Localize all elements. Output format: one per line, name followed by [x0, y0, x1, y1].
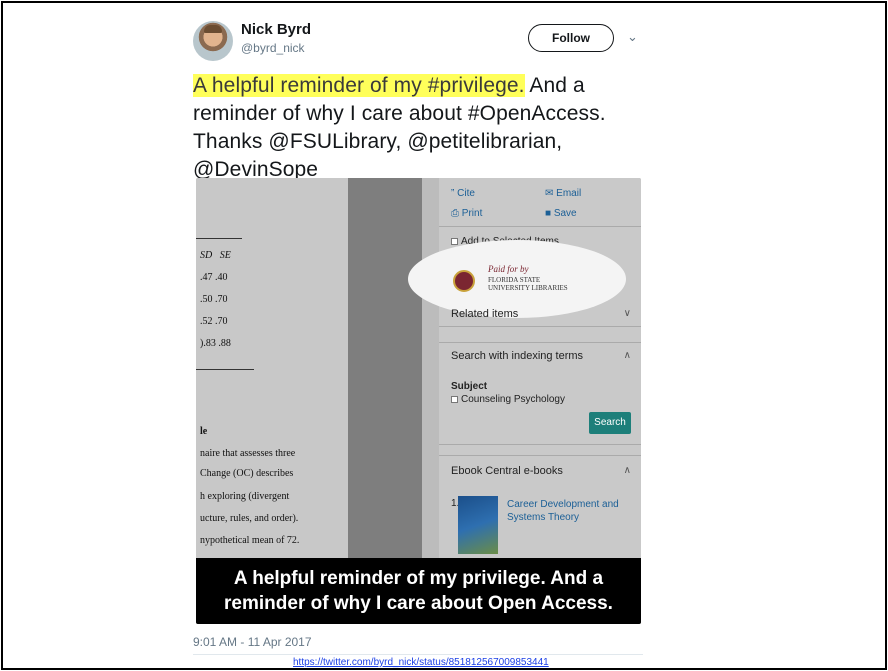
book-cover[interactable]	[458, 496, 498, 554]
paper-line: naire that assesses three	[200, 448, 296, 459]
page-gutter	[348, 178, 422, 558]
paper-line: ucture, rules, and order).	[200, 513, 299, 524]
paper-line: h exploring (divergent	[200, 491, 290, 502]
subject-checkbox[interactable]: Counseling Psychology	[451, 394, 565, 405]
paper-line: Change (OC) describes	[200, 468, 294, 479]
follow-button[interactable]: Follow	[528, 24, 614, 52]
col-sd: SD	[200, 250, 213, 261]
media-caption: A helpful reminder of my privilege. And …	[196, 558, 641, 624]
search-button[interactable]: Search	[589, 412, 631, 434]
chevron-up-icon: ∧	[623, 350, 631, 361]
paper-excerpt: SD SE .47 .40 .50 .70 .52 .70 ).83 .88 l…	[196, 178, 348, 558]
author-name[interactable]: Nick Byrd	[241, 21, 311, 38]
ebook-central-header[interactable]: Ebook Central e-books ∧	[439, 455, 641, 487]
divider	[439, 455, 641, 456]
source-url[interactable]: https://twitter.com/byrd_nick/status/851…	[293, 657, 549, 668]
table-row: .52 .70	[200, 316, 228, 327]
subject-label: Subject	[451, 381, 488, 392]
tweet-timestamp[interactable]: 9:01 AM - 11 Apr 2017	[193, 635, 312, 649]
related-items-label: Related items	[451, 308, 519, 320]
avatar[interactable]	[193, 21, 233, 61]
table-header: SD SE	[200, 250, 231, 261]
col-se: SE	[219, 250, 231, 261]
table-rule	[196, 369, 254, 370]
table-row: .47 .40	[200, 272, 228, 283]
author-handle[interactable]: @byrd_nick	[241, 41, 305, 55]
screenshot-frame: Nick Byrd @byrd_nick Follow ⌄ A helpful …	[1, 1, 887, 670]
subject-item-label: Counseling Psychology	[461, 394, 565, 405]
table-row: .50 .70	[200, 294, 228, 305]
tweet-media[interactable]: SD SE .47 .40 .50 .70 .52 .70 ).83 .88 l…	[196, 178, 641, 624]
tweet-text: A helpful reminder of my #privilege. And…	[193, 72, 643, 184]
chevron-down-icon[interactable]: ⌄	[627, 29, 638, 45]
divider	[193, 654, 643, 655]
chevron-up-icon: ∧	[623, 465, 631, 476]
search-indexing-header[interactable]: Search with indexing terms ∧	[439, 340, 641, 372]
divider	[439, 444, 641, 445]
ebook-central-label: Ebook Central e-books	[451, 465, 563, 477]
table-rule	[196, 238, 242, 239]
chevron-down-icon: ∨	[623, 308, 631, 319]
table-row: ).83 .88	[200, 338, 231, 349]
related-items-header[interactable]: Related items ∨	[439, 298, 641, 330]
highlighted-text: A helpful reminder of my #privilege.	[193, 74, 525, 97]
search-indexing-label: Search with indexing terms	[451, 350, 584, 362]
section-heading: le	[200, 426, 208, 437]
checkbox-icon	[451, 395, 458, 403]
book-title-link[interactable]: Career Development and Systems Theory	[507, 498, 635, 524]
paper-line: nypothetical mean of 72.	[200, 535, 300, 546]
